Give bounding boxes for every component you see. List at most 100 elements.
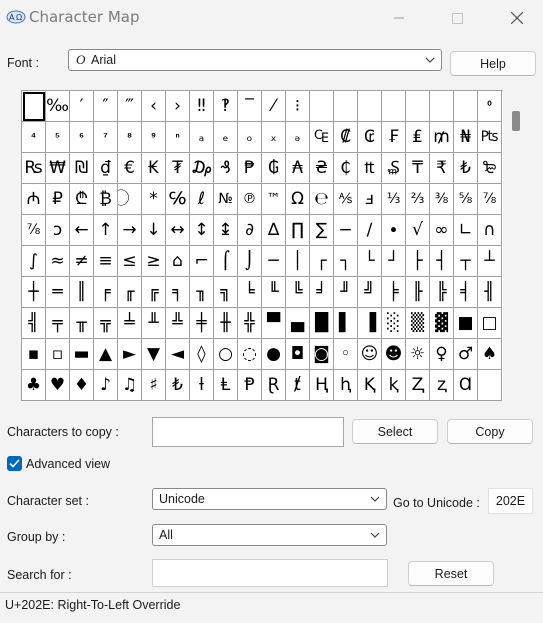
character-cell[interactable]: Ⱡ: [214, 370, 238, 401]
character-cell[interactable]: [478, 370, 502, 401]
character-cell[interactable]: ⁷: [94, 122, 118, 153]
character-cell[interactable]: ₒ: [238, 122, 262, 153]
character-cell[interactable]: ₣: [382, 122, 406, 153]
character-cell[interactable]: ≈: [46, 246, 70, 277]
advanced-view-checkbox[interactable]: [7, 456, 22, 471]
character-cell[interactable]: ▬: [70, 339, 94, 370]
character-cell[interactable]: ⱨ: [334, 370, 358, 401]
character-cell[interactable]: ₡: [334, 122, 358, 153]
character-cell[interactable]: █: [310, 308, 334, 339]
character-cell[interactable]: ▪: [22, 339, 46, 370]
character-cell[interactable]: ⅝: [454, 184, 478, 215]
character-cell[interactable]: ├: [406, 246, 430, 277]
character-cell[interactable]: ∏: [286, 215, 310, 246]
character-cell[interactable]: ╟: [406, 277, 430, 308]
character-cell[interactable]: ╪: [190, 308, 214, 339]
character-cell[interactable]: ╚: [286, 277, 310, 308]
character-cell[interactable]: ╔: [142, 277, 166, 308]
character-cell[interactable]: Ⱬ: [406, 370, 430, 401]
character-cell[interactable]: ☼: [406, 339, 430, 370]
select-button[interactable]: Select: [352, 419, 438, 444]
character-cell[interactable]: ∑: [310, 215, 334, 246]
character-cell[interactable]: ⌂: [166, 246, 190, 277]
character-cell[interactable]: ╛: [310, 277, 334, 308]
advanced-view-label[interactable]: Advanced view: [26, 457, 110, 471]
character-cell[interactable]: ⌡: [238, 246, 262, 277]
character-cell[interactable]: ┬: [454, 246, 478, 277]
character-cell[interactable]: ☻: [382, 339, 406, 370]
character-cell[interactable]: ₧: [478, 122, 502, 153]
character-cell[interactable]: ₳: [286, 153, 310, 184]
character-cell[interactable]: ⅍: [334, 184, 358, 215]
character-cell[interactable]: │: [286, 246, 310, 277]
character-cell[interactable]: ╨: [142, 308, 166, 339]
character-cell[interactable]: ○: [214, 339, 238, 370]
close-button[interactable]: [494, 0, 540, 36]
character-cell[interactable]: ◊: [190, 339, 214, 370]
character-cell[interactable]: ⁵: [46, 122, 70, 153]
character-cell[interactable]: ∞: [430, 215, 454, 246]
search-input[interactable]: [152, 559, 388, 587]
character-cell[interactable]: ┐: [334, 246, 358, 277]
character-cell[interactable]: ₵: [334, 153, 358, 184]
character-cell[interactable]: ╡: [454, 277, 478, 308]
character-cell[interactable]: №: [214, 184, 238, 215]
character-cell[interactable]: ▌: [334, 308, 358, 339]
character-cell[interactable]: ₺: [166, 370, 190, 401]
character-cell[interactable]: ∩: [478, 215, 502, 246]
character-cell[interactable]: ₯: [190, 153, 214, 184]
character-cell[interactable]: ♪: [94, 370, 118, 401]
character-cell[interactable]: ┘: [382, 246, 406, 277]
character-cell[interactable]: ╒: [94, 277, 118, 308]
character-cell[interactable]: ♂: [454, 339, 478, 370]
character-cell[interactable]: ↓: [142, 215, 166, 246]
character-cell[interactable]: ƚ: [190, 370, 214, 401]
character-cell[interactable]: ▀: [262, 308, 286, 339]
maximize-button[interactable]: [434, 0, 480, 36]
character-cell[interactable]: ◘: [286, 339, 310, 370]
character-cell[interactable]: ℗: [238, 184, 262, 215]
character-cell[interactable]: [454, 91, 478, 122]
character-cell[interactable]: ₓ: [262, 122, 286, 153]
character-cell[interactable]: ♯: [142, 370, 166, 401]
character-cell[interactable]: ₱: [238, 153, 262, 184]
character-cell[interactable]: ┌: [310, 246, 334, 277]
character-cell[interactable]: ∆: [262, 215, 286, 246]
character-cell[interactable]: ℅: [166, 184, 190, 215]
character-cell[interactable]: ₺: [454, 153, 478, 184]
character-cell[interactable]: ↕: [190, 215, 214, 246]
character-cell[interactable]: ↨: [214, 215, 238, 246]
character-cell[interactable]: ∂: [238, 215, 262, 246]
character-grid[interactable]: ‰ ′ ″ ‴ ‹ › ‼ ‽ ‾ ⁄ ⁝ ⁰ ⁴ ⁵ ⁶ ⁷ ⁸ ⁹ ⁿ ₐ ₑ ₒ ₓ ₔ ₠ ₡ ₢ ₣ ₤ ₥ ₦ ₧ ₨ ₩ ₪ ₫ € ₭ ₮ ₯…: [21, 90, 503, 401]
character-cell[interactable]: Ω: [286, 184, 310, 215]
character-cell[interactable]: ⅔: [406, 184, 430, 215]
character-cell[interactable]: ╬: [238, 308, 262, 339]
character-cell[interactable]: ₢: [358, 122, 382, 153]
character-cell[interactable]: ▲: [94, 339, 118, 370]
character-cell[interactable]: [310, 91, 334, 122]
character-cell[interactable]: ♣: [22, 370, 46, 401]
character-cell[interactable]: ╘: [238, 277, 262, 308]
character-cell[interactable]: ≤: [118, 246, 142, 277]
character-cell[interactable]: *: [142, 184, 166, 215]
character-cell[interactable]: ╤: [46, 308, 70, 339]
character-cell[interactable]: ┴: [478, 246, 502, 277]
character-cell[interactable]: ↔: [166, 215, 190, 246]
character-cell[interactable]: [430, 91, 454, 122]
character-cell[interactable]: ⁶: [70, 122, 94, 153]
character-cell[interactable]: ╞: [382, 277, 406, 308]
character-cell[interactable]: ≠: [70, 246, 94, 277]
characters-to-copy-input[interactable]: [152, 417, 344, 447]
character-cell[interactable]: [334, 91, 358, 122]
character-cell[interactable]: ┤: [430, 246, 454, 277]
character-cell[interactable]: ╫: [214, 308, 238, 339]
group-by-select[interactable]: All: [152, 524, 387, 546]
character-cell[interactable]: ₪: [70, 153, 94, 184]
character-cell[interactable]: →: [118, 215, 142, 246]
character-cell[interactable]: ▐: [358, 308, 382, 339]
minimize-button[interactable]: [376, 0, 422, 36]
character-cell[interactable]: ♦: [70, 370, 94, 401]
character-cell[interactable]: ⅞: [22, 215, 46, 246]
character-cell[interactable]: ⱪ: [382, 370, 406, 401]
character-cell[interactable]: ⅜: [430, 184, 454, 215]
